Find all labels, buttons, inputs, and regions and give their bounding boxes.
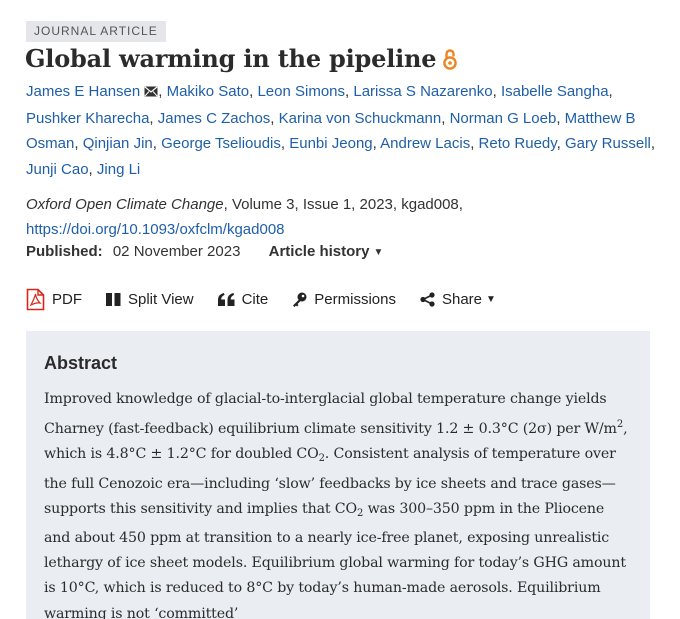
citation-details: , Volume 3, Issue 1, 2023, kgad008, [223, 196, 463, 213]
author-separator: , [280, 135, 290, 152]
abstract-text-part: Improved knowledge of glacial-to-intergl… [44, 391, 617, 438]
share-icon [420, 292, 435, 307]
author-separator: , [556, 109, 565, 127]
author-separator: , [608, 83, 613, 100]
author-link[interactable]: Makiko Sato [167, 83, 250, 100]
chevron-down-icon: ▼ [373, 247, 384, 258]
abstract-heading: Abstract [44, 353, 118, 373]
envelope-icon[interactable] [144, 80, 158, 106]
author-link[interactable]: Eunbi Jeong [289, 135, 372, 152]
abstract-text-part: was 300–350 ppm in the Pliocene and abou… [44, 500, 626, 619]
author-link[interactable]: Larissa S Nazarenko [353, 83, 492, 100]
author-link[interactable]: Karina von Schuckmann [279, 110, 442, 127]
article-history-button[interactable]: Article history ▼ [269, 243, 384, 260]
split-view-button[interactable]: Split View [106, 291, 194, 308]
abstract-section: Abstract Improved knowledge of glacial-t… [26, 331, 650, 619]
author-link[interactable]: Leon Simons [257, 83, 345, 100]
author-separator: , [152, 135, 162, 152]
author-list: James E Hansen, Makiko Sato, Leon Simons… [26, 79, 656, 182]
author-link[interactable]: Andrew Lacis [380, 135, 470, 152]
pdf-button[interactable]: PDF [26, 288, 82, 311]
author-separator: , [158, 83, 167, 100]
share-label: Share [441, 291, 482, 308]
pdf-icon [26, 288, 45, 311]
author-separator: , [556, 135, 565, 152]
article-title: Global warming in the pipeline [25, 44, 458, 76]
author-link[interactable]: Isabelle Sangha [501, 83, 609, 100]
cite-label: Cite [241, 291, 269, 308]
share-button[interactable]: Share ▼ [420, 291, 496, 308]
author-link[interactable]: James C Zachos [158, 110, 271, 127]
split-view-icon [106, 293, 121, 306]
author-link[interactable]: Qinjian Jin [83, 135, 153, 152]
author-separator: , [650, 135, 656, 152]
author-link[interactable]: George Tselioudis [161, 135, 281, 152]
key-icon [293, 292, 307, 307]
author-separator: , [492, 83, 501, 100]
article-title-text: Global warming in the pipeline [25, 44, 437, 73]
author-link[interactable]: Jing Li [97, 161, 140, 178]
permissions-button[interactable]: Permissions [292, 291, 396, 308]
author-separator: , [270, 109, 279, 127]
author-separator: , [88, 160, 97, 178]
open-access-icon [442, 47, 458, 76]
chevron-down-icon: ▼ [486, 294, 496, 305]
abstract-text: Improved knowledge of glacial-to-intergl… [44, 387, 632, 619]
author-separator: , [441, 109, 450, 127]
article-type-badge: JOURNAL ARTICLE [26, 21, 166, 42]
cite-button[interactable]: Cite [217, 291, 269, 308]
pdf-label: PDF [52, 291, 82, 308]
published-date: 02 November 2023 [112, 243, 241, 260]
author-separator: , [149, 109, 158, 127]
author-link[interactable]: Reto Ruedy [479, 135, 557, 152]
published-label: Published: [26, 243, 103, 260]
author-separator: , [470, 135, 479, 152]
author-link[interactable]: Junji Cao [26, 161, 89, 178]
author-link[interactable]: Norman G Loeb [450, 110, 557, 127]
quote-icon [217, 293, 235, 306]
citation: Oxford Open Climate Change, Volume 3, Is… [26, 192, 656, 242]
article-toolbar: PDF Split View Cite Permissions Share ▼ [26, 288, 520, 311]
permissions-label: Permissions [314, 291, 396, 308]
journal-name: Oxford Open Climate Change [26, 196, 224, 213]
split-view-label: Split View [128, 291, 194, 308]
publication-info: Published: 02 November 2023 Article hist… [26, 243, 383, 260]
doi-link[interactable]: https://doi.org/10.1093/oxfclm/kgad008 [26, 221, 285, 238]
author-link[interactable]: Gary Russell [565, 135, 651, 152]
author-link[interactable]: Pushker Kharecha [26, 110, 149, 127]
author-link[interactable]: James E Hansen [26, 83, 140, 100]
author-separator: , [74, 135, 83, 152]
article-history-label: Article history [268, 243, 370, 260]
